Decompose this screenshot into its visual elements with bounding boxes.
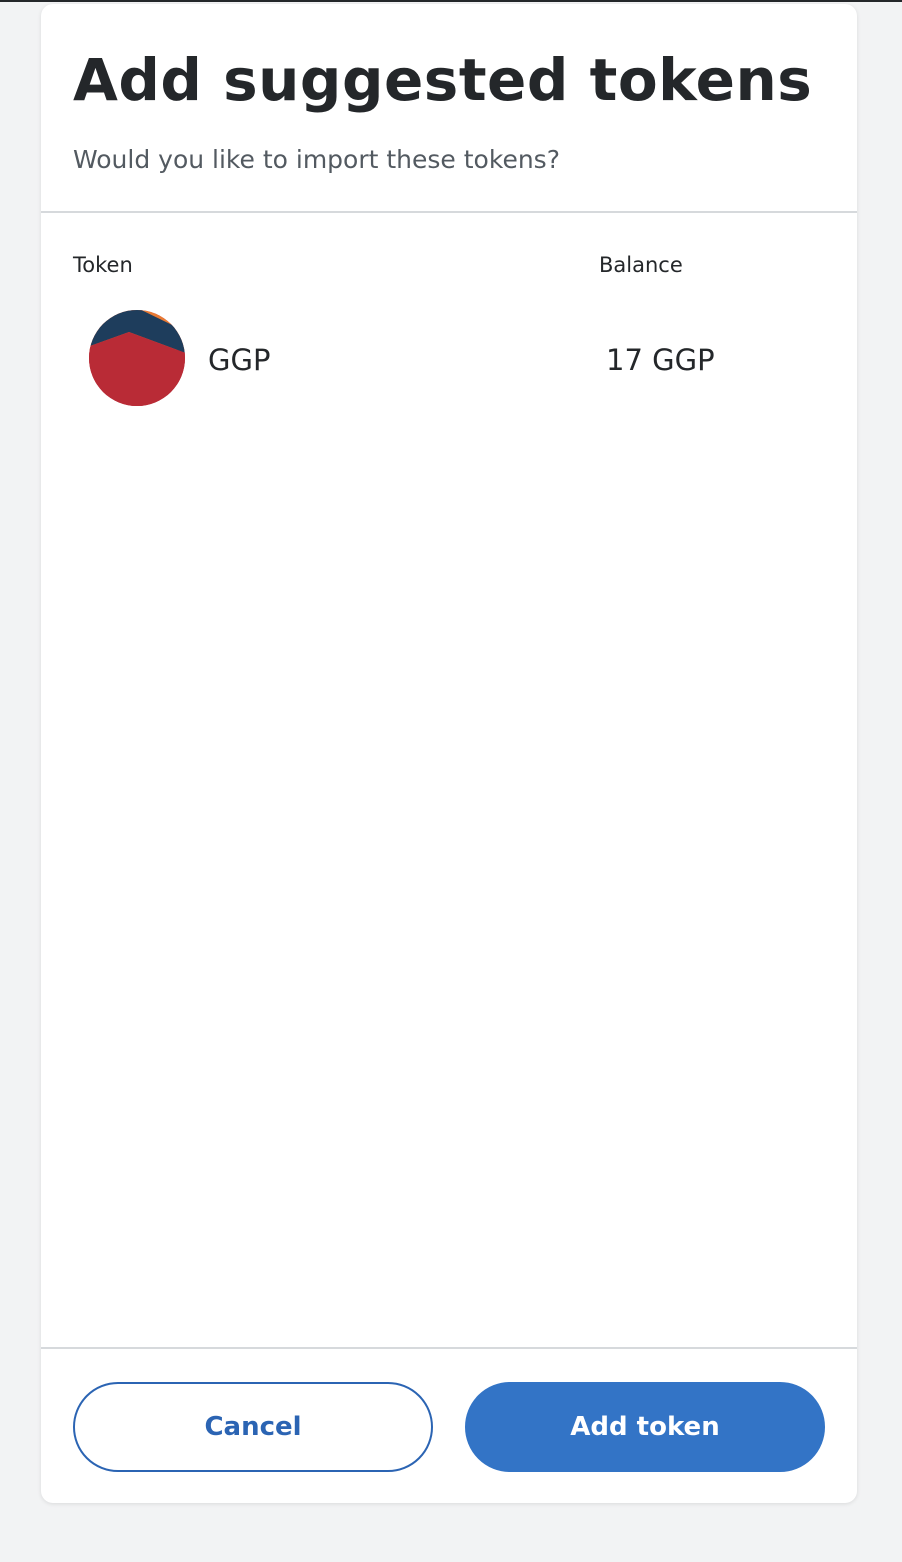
column-header-token: Token [73,253,133,277]
token-symbol: GGP [208,343,271,377]
dialog-footer: Cancel Add token [41,1347,857,1503]
dialog-header: Add suggested tokens Would you like to i… [41,4,857,213]
page-subtitle: Would you like to import these tokens? [73,145,560,174]
cancel-button[interactable]: Cancel [73,1382,433,1472]
page-title: Add suggested tokens [73,46,813,114]
add-token-button[interactable]: Add token [465,1382,825,1472]
window-top-edge [0,0,902,2]
token-row: GGP 17 GGP [41,304,857,414]
column-header-balance: Balance [599,253,683,277]
token-balance: 17 GGP [606,343,715,377]
add-suggested-tokens-dialog: Add suggested tokens Would you like to i… [41,4,857,1503]
token-jazzicon-avatar-icon [89,310,185,406]
